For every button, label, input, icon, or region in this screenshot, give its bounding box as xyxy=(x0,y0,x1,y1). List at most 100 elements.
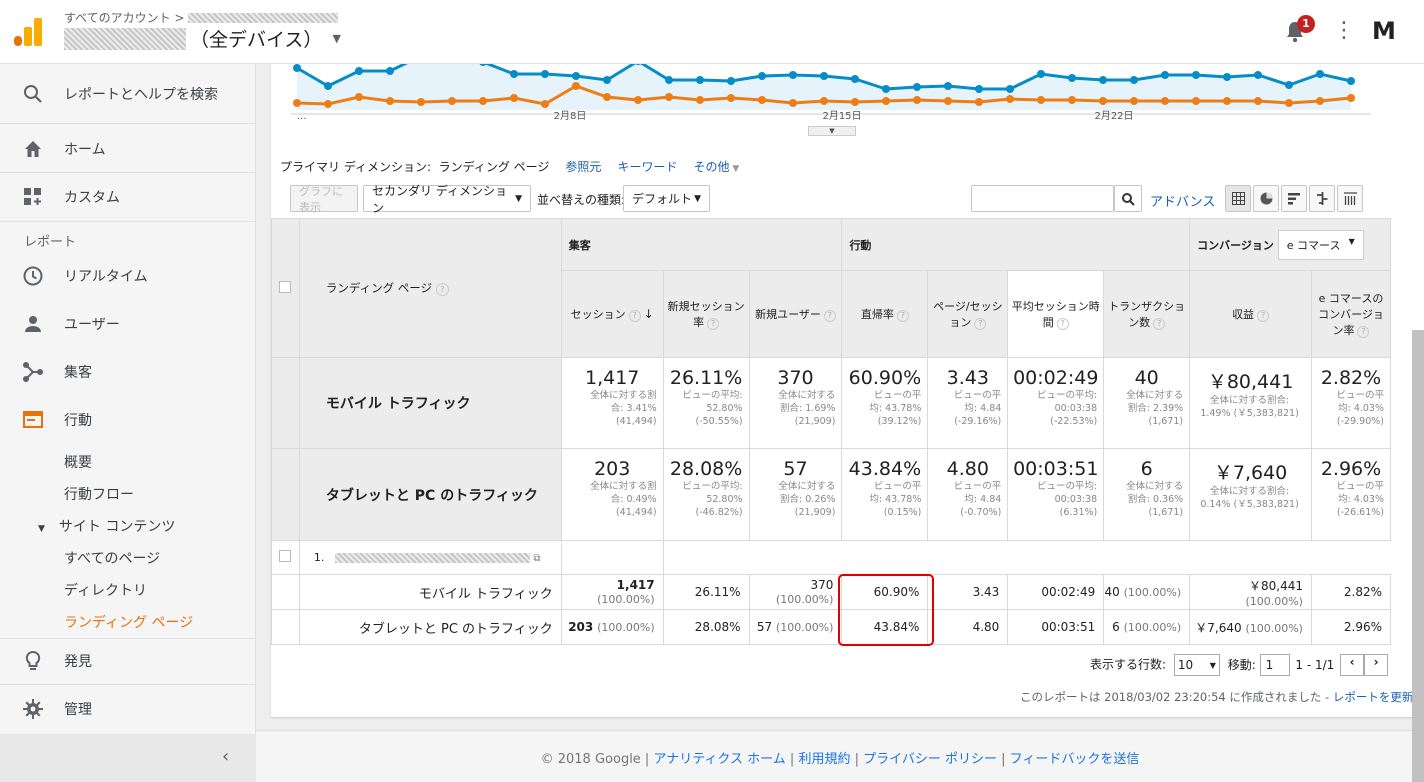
footer-feedback-link[interactable]: フィードバックを送信 xyxy=(1010,752,1140,767)
metric-comparison: 00:03:38 xyxy=(1054,494,1098,505)
help-icon[interactable]: ? xyxy=(896,310,909,322)
column-header[interactable]: トランザクション数? xyxy=(1103,270,1191,358)
dashboard-add-icon xyxy=(24,188,41,205)
row-checkbox-cell[interactable] xyxy=(271,540,300,575)
table-search-input[interactable] xyxy=(971,185,1114,212)
dimension-other[interactable]: その他 ▼ xyxy=(693,158,739,175)
help-icon[interactable]: ? xyxy=(823,310,836,322)
metric-value: 1,417 xyxy=(585,367,640,389)
dimension-source[interactable]: 参照元 xyxy=(565,158,601,175)
data-point xyxy=(944,97,952,105)
column-header-label: 直帰率 xyxy=(860,308,894,321)
sidebar-sub-flow[interactable]: 行動フロー xyxy=(64,484,134,504)
pagination: 表示する行数: 10 ▼ 移動: 1 1 - 1/1 ‹ › xyxy=(1090,654,1389,676)
plot-rows-button[interactable]: グラフに表示 xyxy=(290,185,358,214)
help-icon[interactable]: ? xyxy=(1357,326,1370,338)
table-row[interactable]: モバイル トラフィック 1,417 (100.00%) 26.11% 370 (100… xyxy=(271,574,1392,610)
column-header[interactable]: 収益? xyxy=(1189,270,1312,358)
column-header[interactable]: 新規ユーザー? xyxy=(748,270,843,358)
help-icon[interactable]: ? xyxy=(1153,318,1166,330)
prev-page-button[interactable]: ‹ xyxy=(1340,654,1365,676)
metric-value: 2.82% xyxy=(1320,367,1382,389)
sidebar-sub-directory[interactable]: ディレクトリ xyxy=(64,580,147,600)
sidebar-sub-site-content[interactable]: ▼ サイト コンテンツ xyxy=(38,516,175,536)
scrollbar[interactable] xyxy=(1412,330,1424,782)
open-link-icon[interactable]: ⧉ xyxy=(533,553,540,564)
column-header[interactable]: 新規セッション率? xyxy=(662,270,750,358)
column-header[interactable]: ページ/セッション? xyxy=(927,270,1009,358)
generated-note: このレポートは 2018/03/02 23:20:54 に作成されました - レ… xyxy=(1020,689,1413,705)
property-selector[interactable]: （全デバイス） ▼ xyxy=(64,25,341,52)
cell-new-users: 57 (100.00%) xyxy=(748,609,843,645)
advanced-filter-link[interactable]: アドバンス xyxy=(1150,191,1215,210)
metric-comparison: 全体に対する割合: xyxy=(1209,395,1290,406)
help-icon[interactable]: ? xyxy=(974,318,987,330)
select-all-cell[interactable] xyxy=(271,218,300,358)
data-point xyxy=(758,96,766,104)
column-header[interactable]: セッション? ↓ xyxy=(560,270,664,358)
sidebar-sub-overview[interactable]: 概要 xyxy=(64,452,92,472)
segment-metric: 00:02:49 ビューの平均: 00:03:38 (-22.53%) xyxy=(1007,357,1105,449)
segment-row: タブレットと PC のトラフィック 203 全体に対する割 合: 0.49% (41,4… xyxy=(271,448,1392,541)
secondary-dimension-select[interactable]: セカンダリ ディメンション ▼ xyxy=(363,184,531,215)
dimension-keyword[interactable]: キーワード xyxy=(617,158,677,175)
help-icon[interactable]: ? xyxy=(435,283,449,296)
footer-privacy-link[interactable]: プライバシー ポリシー xyxy=(863,752,997,767)
next-page-button[interactable]: › xyxy=(1364,654,1389,676)
table-row[interactable]: タブレットと PC のトラフィック 203 (100.00%) 28.08% 57 (… xyxy=(271,609,1392,645)
account-crumb[interactable]: すべてのアカウント xyxy=(64,9,171,26)
refresh-report-link[interactable]: レポートを更新 xyxy=(1333,690,1414,704)
sidebar-item-custom[interactable]: カスタム xyxy=(0,185,256,209)
row-landing-page[interactable]: 1. ⧉ xyxy=(298,540,562,575)
breadcrumb[interactable]: すべてのアカウント > xyxy=(64,9,339,26)
help-icon[interactable]: ? xyxy=(1056,318,1069,330)
rows-select[interactable]: 10 ▼ xyxy=(1173,654,1220,676)
data-point xyxy=(1130,76,1138,84)
goto-input[interactable]: 1 xyxy=(1259,654,1290,676)
avatar[interactable]: M xyxy=(1372,17,1396,45)
footer-terms-link[interactable]: 利用規約 xyxy=(798,752,850,767)
data-point xyxy=(1130,97,1138,105)
data-point xyxy=(1037,70,1045,78)
sidebar-item-discover[interactable]: 発見 xyxy=(0,649,256,673)
collapse-sidebar[interactable]: ‹ xyxy=(0,734,256,782)
sidebar-search[interactable]: レポートとヘルプを検索 xyxy=(0,82,256,106)
conversion-select[interactable]: e コマース ▼ xyxy=(1277,229,1364,260)
sidebar-sub-landing[interactable]: ランディング ページ xyxy=(64,612,193,632)
view-pivot-button[interactable] xyxy=(1337,185,1363,212)
table-search-button[interactable] xyxy=(1114,185,1142,212)
column-header[interactable]: e コマースのコンバージョン率? xyxy=(1310,270,1392,358)
column-header[interactable]: 直帰率? xyxy=(841,270,929,358)
sidebar-item-realtime[interactable]: リアルタイム xyxy=(0,264,256,288)
metric-comparison: (21,909) xyxy=(794,416,836,427)
row-checkbox[interactable] xyxy=(279,550,292,562)
page-range: 1 - 1/1 xyxy=(1295,657,1335,672)
sidebar-item-users[interactable]: ユーザー xyxy=(0,312,256,336)
select-all-checkbox[interactable] xyxy=(279,280,292,293)
analytics-logo[interactable] xyxy=(14,18,42,46)
view-pie-button[interactable] xyxy=(1253,185,1279,212)
data-point xyxy=(386,97,394,105)
data-point xyxy=(1285,99,1293,107)
sidebar-item-behavior[interactable]: 行動 xyxy=(0,408,256,432)
cell-sessions: 203 (100.00%) xyxy=(560,609,664,645)
metric-comparison: 割合: 2.39% xyxy=(1127,403,1184,414)
cell-pages-per-session: 3.43 xyxy=(927,574,1009,610)
help-icon[interactable]: ? xyxy=(707,318,720,330)
view-performance-button[interactable] xyxy=(1281,185,1307,212)
more-vert-icon[interactable]: ⋮ xyxy=(1333,20,1355,42)
sidebar-item-home[interactable]: ホーム xyxy=(0,137,256,161)
help-icon[interactable]: ? xyxy=(1257,310,1270,322)
data-point xyxy=(572,82,580,90)
help-icon[interactable]: ? xyxy=(628,310,641,322)
sidebar-item-acquisition[interactable]: 集客 xyxy=(0,360,256,384)
footer-home-link[interactable]: アナリティクス ホーム xyxy=(653,752,785,767)
sidebar-item-admin[interactable]: 管理 xyxy=(0,697,256,721)
view-comparison-button[interactable] xyxy=(1309,185,1335,212)
cell-conversion-rate: 2.82% xyxy=(1310,574,1392,610)
sidebar-sub-all-pages[interactable]: すべてのページ xyxy=(64,548,160,568)
view-table-button[interactable] xyxy=(1225,185,1251,212)
column-header[interactable]: 平均セッション時間? xyxy=(1007,270,1105,358)
chart-resize-handle[interactable]: ▼ xyxy=(808,126,856,136)
sort-select[interactable]: デフォルト ▼ xyxy=(623,185,710,212)
